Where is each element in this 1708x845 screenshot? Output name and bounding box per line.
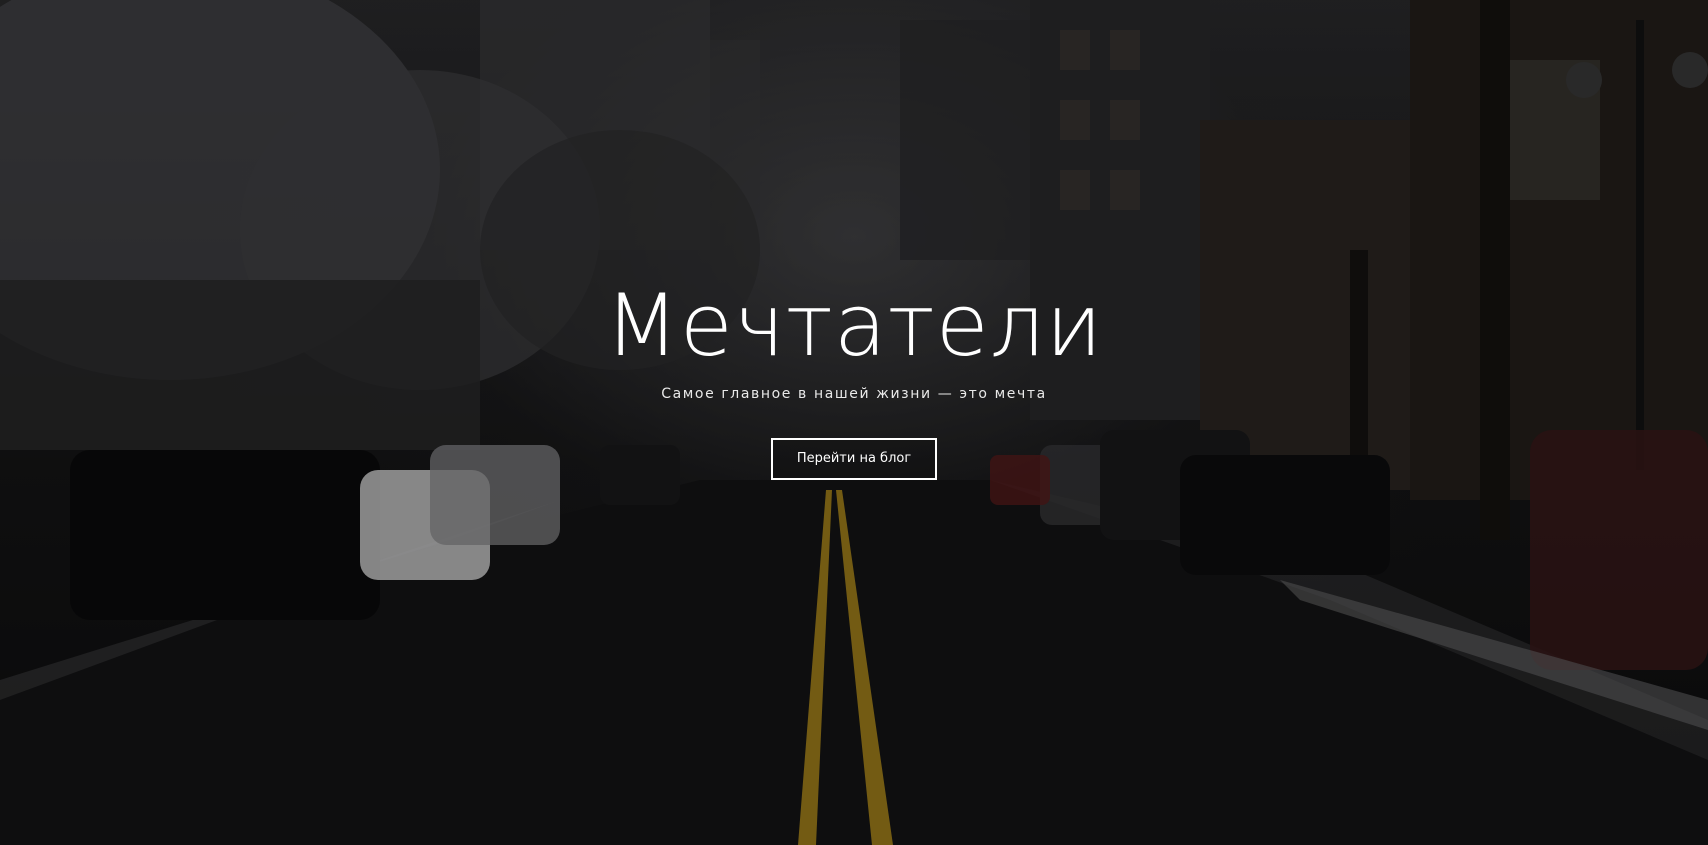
site-tagline: Самое главное в нашей жизни — это мечта bbox=[661, 386, 1047, 402]
site-title: Мечтатели bbox=[604, 276, 1104, 376]
hero-content: Мечтатели Самое главное в нашей жизни — … bbox=[0, 278, 1708, 480]
hero-section: Мечтатели Самое главное в нашей жизни — … bbox=[0, 0, 1708, 845]
go-to-blog-button[interactable]: Перейти на блог bbox=[770, 438, 938, 480]
